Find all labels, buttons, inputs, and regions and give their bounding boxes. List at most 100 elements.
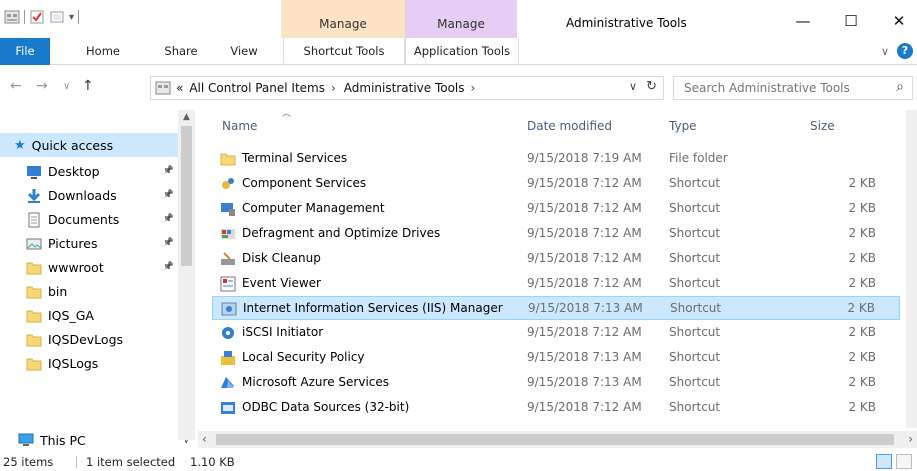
tab-application-tools[interactable]: Application Tools — [405, 38, 519, 65]
breadcrumb-overflow[interactable]: « — [176, 81, 183, 95]
file-type: Shortcut — [669, 325, 721, 340]
new-folder-icon[interactable] — [49, 9, 65, 25]
breadcrumb-chevron-icon[interactable]: › — [471, 81, 476, 95]
maximize-button[interactable]: ☐ — [836, 12, 866, 32]
back-arrow-icon[interactable]: ← — [10, 78, 22, 94]
address-dropdown-icon[interactable]: ∨ — [629, 80, 637, 93]
customize-toolbar-chevron-icon[interactable]: ▾ — [69, 12, 74, 23]
nav-this-pc-label: This PC — [40, 432, 86, 448]
nav-item-label: Downloads — [48, 187, 117, 203]
table-row[interactable]: Disk Cleanup 9/15/2018 7:12 AM Shortcut 2 K… — [212, 247, 900, 271]
file-type: Shortcut — [669, 250, 721, 265]
horizontal-scrollbar[interactable]: ‹ › — [198, 431, 917, 448]
table-row[interactable]: Microsoft Azure Services 9/15/2018 7:13 A… — [212, 371, 900, 395]
breadcrumb-administrative-tools[interactable]: Administrative Tools — [344, 81, 465, 95]
column-header-type[interactable]: Type — [669, 119, 697, 133]
file-size: 2 KB — [847, 301, 875, 316]
nav-item-wwwroot[interactable]: wwwroot 📌 — [0, 255, 180, 279]
security-policy-icon — [220, 350, 236, 366]
address-bar[interactable]: « All Control Panel Items › Administrati… — [150, 76, 664, 100]
help-icon[interactable]: ? — [897, 43, 913, 59]
column-header-date-modified[interactable]: Date modified — [527, 119, 612, 133]
component-services-icon — [220, 176, 236, 192]
manage-shortcut-label: Manage — [319, 17, 367, 31]
table-row[interactable]: Computer Management 9/15/2018 7:12 AM Shor… — [212, 197, 900, 221]
admin-tools-icon[interactable] — [4, 9, 20, 25]
file-list-vertical-scrollbar[interactable] — [906, 110, 917, 428]
column-header-name[interactable]: Name — [222, 119, 257, 133]
nav-quick-access[interactable]: ★ Quick access — [0, 133, 178, 157]
nav-item-label: Documents — [48, 211, 120, 227]
table-row[interactable]: Local Security Policy 9/15/2018 7:13 AM Sh… — [212, 346, 900, 370]
scroll-up-arrow-icon[interactable]: ▲ — [178, 112, 195, 122]
nav-item-iqslogs[interactable]: IQSLogs — [0, 351, 180, 375]
file-type: Shortcut — [669, 400, 721, 414]
folder-icon — [26, 308, 42, 323]
minimize-button[interactable]: — — [788, 12, 818, 32]
nav-item-label: IQS_GA — [48, 307, 94, 323]
pin-icon[interactable]: 📌 — [163, 262, 174, 272]
file-date-modified: 9/15/2018 7:12 AM — [527, 250, 642, 265]
nav-this-pc[interactable]: This PC ∨ — [0, 428, 190, 452]
file-type: Shortcut — [669, 175, 721, 190]
nav-item-label: wwwroot — [48, 259, 104, 275]
scroll-right-arrow-icon[interactable]: › — [908, 432, 913, 446]
table-row[interactable]: Event Viewer 9/15/2018 7:12 AM Shortcut 2 K… — [212, 272, 900, 296]
nav-pane-scroll-thumb[interactable] — [181, 126, 192, 266]
table-row[interactable]: iSCSI Initiator 9/15/2018 7:12 AM Shortcut… — [212, 321, 900, 345]
tab-shortcut-tools[interactable]: Shortcut Tools — [283, 38, 405, 65]
recent-locations-chevron-icon[interactable]: ∨ — [63, 81, 70, 92]
breadcrumb-chevron-icon[interactable]: › — [331, 81, 336, 95]
breadcrumb-control-panel[interactable]: All Control Panel Items — [189, 81, 325, 95]
pin-icon[interactable]: 📌 — [163, 214, 174, 224]
file-type: File folder — [669, 151, 728, 165]
tab-share[interactable]: Share — [156, 38, 206, 65]
file-type: Shortcut — [669, 350, 721, 365]
table-row[interactable]: Defragment and Optimize Drives 9/15/2018 … — [212, 222, 900, 246]
table-row[interactable]: Internet Information Services (IIS) Mana… — [212, 296, 900, 321]
details-view-button[interactable] — [876, 454, 892, 469]
pin-icon[interactable]: 📌 — [163, 166, 174, 176]
file-size: 2 KB — [848, 250, 876, 265]
file-name: Internet Information Services (IIS) Mana… — [243, 301, 503, 316]
tab-home[interactable]: Home — [78, 38, 128, 65]
nav-item-pictures[interactable]: Pictures 📌 — [0, 231, 180, 255]
table-row[interactable]: ODBC Data Sources (32-bit) 9/15/2018 7:12… — [212, 396, 900, 420]
search-icon[interactable]: ⌕ — [896, 79, 904, 95]
manage-application-label: Manage — [437, 17, 485, 31]
scroll-left-arrow-icon[interactable]: ‹ — [202, 432, 207, 446]
nav-item-documents[interactable]: Documents 📌 — [0, 207, 180, 231]
table-row[interactable]: Terminal Services 9/15/2018 7:19 AM File f… — [212, 147, 900, 171]
close-button[interactable]: ✕ — [884, 12, 914, 32]
nav-item-downloads[interactable]: Downloads 📌 — [0, 183, 180, 207]
properties-icon[interactable] — [29, 9, 45, 25]
file-size: 2 KB — [848, 350, 876, 365]
file-name: Event Viewer — [242, 275, 321, 290]
desktop-icon — [26, 164, 42, 179]
forward-arrow-icon[interactable]: → — [36, 78, 48, 94]
nav-item-iqsdevlogs[interactable]: IQSDevLogs — [0, 327, 180, 351]
column-header-size[interactable]: Size — [810, 119, 835, 133]
large-icons-view-button[interactable] — [896, 454, 912, 469]
expand-ribbon-chevron-icon[interactable]: ∨ — [881, 45, 889, 58]
pin-icon[interactable]: 📌 — [163, 190, 174, 200]
tab-view[interactable]: View — [219, 38, 269, 65]
pin-icon[interactable]: 📌 — [163, 238, 174, 248]
horizontal-scroll-thumb[interactable] — [216, 434, 894, 445]
nav-item-iqs-ga[interactable]: IQS_GA — [0, 303, 180, 327]
file-size: 2 KB — [848, 375, 876, 390]
nav-item-desktop[interactable]: Desktop 📌 — [0, 159, 180, 183]
navigation-pane: ★ Quick access Desktop 📌 Downloads 📌 Documen… — [0, 110, 195, 454]
file-date-modified: 9/15/2018 7:12 AM — [527, 275, 642, 290]
tab-file[interactable]: File — [0, 38, 50, 65]
separator — [78, 10, 80, 24]
folder-icon — [26, 260, 42, 275]
table-row[interactable]: Component Services 9/15/2018 7:12 AM Short… — [212, 172, 900, 196]
up-arrow-icon[interactable]: ↑ — [82, 78, 94, 94]
nav-item-bin[interactable]: bin — [0, 279, 180, 303]
file-date-modified: 9/15/2018 7:13 AM — [528, 301, 643, 316]
azure-icon — [220, 375, 236, 391]
refresh-icon[interactable]: ↻ — [646, 79, 657, 94]
search-input[interactable]: Search Administrative Tools ⌕ — [673, 76, 913, 100]
nav-pane-scrollbar[interactable]: ▲ — [178, 110, 195, 440]
